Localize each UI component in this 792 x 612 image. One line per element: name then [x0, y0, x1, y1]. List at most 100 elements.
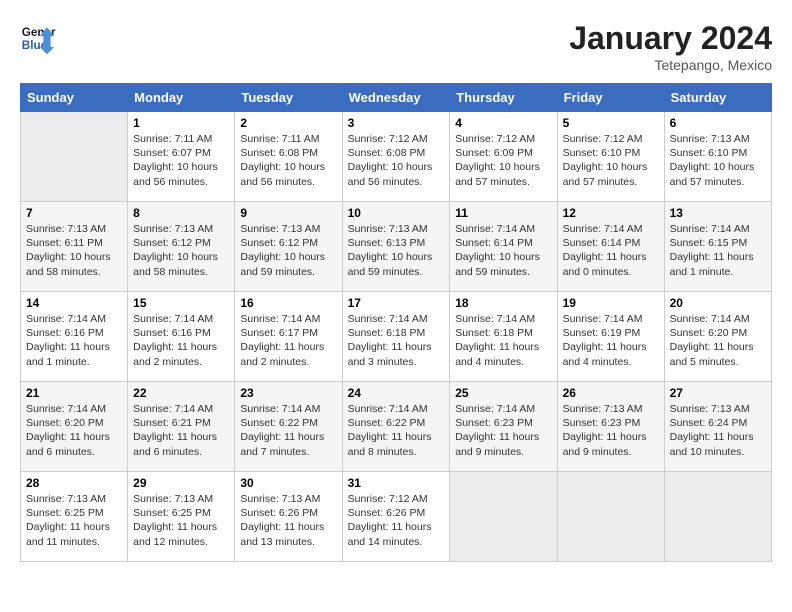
day-cell: 6 Sunrise: 7:13 AMSunset: 6:10 PMDaylight… [664, 112, 771, 202]
day-cell: 19 Sunrise: 7:14 AMSunset: 6:19 PMDayligh… [557, 292, 664, 382]
calendar-table: SundayMondayTuesdayWednesdayThursdayFrid… [20, 83, 772, 562]
day-number: 7 [26, 206, 122, 220]
day-number: 28 [26, 476, 122, 490]
day-info: Sunrise: 7:11 AMSunset: 6:07 PMDaylight:… [133, 133, 218, 188]
day-cell: 23Sunrise: 7:14 AMSunset: 6:22 PMDayligh… [235, 382, 342, 472]
day-cell: 12 Sunrise: 7:14 AMSunset: 6:14 PMDayligh… [557, 202, 664, 292]
week-row-3: 14 Sunrise: 7:14 AMSunset: 6:16 PMDayligh… [21, 292, 772, 382]
day-number: 23 [240, 386, 336, 400]
day-number: 3 [348, 116, 445, 130]
day-info: Sunrise: 7:13 AMSunset: 6:13 PMDaylight:… [348, 223, 433, 278]
day-cell: 4 Sunrise: 7:12 AMSunset: 6:09 PMDaylight… [450, 112, 557, 202]
week-row-5: 28 Sunrise: 7:13 AMSunset: 6:25 PMDayligh… [21, 472, 772, 562]
day-cell: 1 Sunrise: 7:11 AMSunset: 6:07 PMDaylight… [128, 112, 235, 202]
day-number: 19 [563, 296, 659, 310]
page-header: General Blue January 2024 Tetepango, Mex… [20, 20, 772, 73]
day-cell: 11Sunrise: 7:14 AMSunset: 6:14 PMDayligh… [450, 202, 557, 292]
day-number: 4 [455, 116, 551, 130]
day-info: Sunrise: 7:14 AMSunset: 6:16 PMDaylight:… [133, 313, 217, 368]
day-number: 14 [26, 296, 122, 310]
day-info: Sunrise: 7:14 AMSunset: 6:21 PMDaylight:… [133, 403, 217, 458]
logo-icon: General Blue [20, 20, 56, 56]
day-cell: 13 Sunrise: 7:14 AMSunset: 6:15 PMDayligh… [664, 202, 771, 292]
day-info: Sunrise: 7:13 AMSunset: 6:12 PMDaylight:… [133, 223, 218, 278]
day-info: Sunrise: 7:14 AMSunset: 6:20 PMDaylight:… [26, 403, 110, 458]
col-header-thursday: Thursday [450, 84, 557, 112]
week-row-4: 21Sunrise: 7:14 AMSunset: 6:20 PMDayligh… [21, 382, 772, 472]
col-header-friday: Friday [557, 84, 664, 112]
day-cell: 16 Sunrise: 7:14 AMSunset: 6:17 PMDayligh… [235, 292, 342, 382]
day-number: 11 [455, 206, 551, 220]
day-info: Sunrise: 7:12 AMSunset: 6:09 PMDaylight:… [455, 133, 540, 188]
day-info: Sunrise: 7:13 AMSunset: 6:11 PMDaylight:… [26, 223, 111, 278]
day-info: Sunrise: 7:13 AMSunset: 6:10 PMDaylight:… [670, 133, 755, 188]
day-cell: 30 Sunrise: 7:13 AMSunset: 6:26 PMDayligh… [235, 472, 342, 562]
day-number: 30 [240, 476, 336, 490]
day-info: Sunrise: 7:14 AMSunset: 6:14 PMDaylight:… [563, 223, 647, 278]
day-number: 8 [133, 206, 229, 220]
day-cell: 18Sunrise: 7:14 AMSunset: 6:18 PMDayligh… [450, 292, 557, 382]
day-cell: 25 Sunrise: 7:14 AMSunset: 6:23 PMDayligh… [450, 382, 557, 472]
day-number: 29 [133, 476, 229, 490]
day-cell: 29Sunrise: 7:13 AMSunset: 6:25 PMDayligh… [128, 472, 235, 562]
day-number: 22 [133, 386, 229, 400]
day-info: Sunrise: 7:12 AMSunset: 6:26 PMDaylight:… [348, 493, 432, 548]
col-header-monday: Monday [128, 84, 235, 112]
day-cell: 9Sunrise: 7:13 AMSunset: 6:12 PMDaylight… [235, 202, 342, 292]
day-info: Sunrise: 7:13 AMSunset: 6:23 PMDaylight:… [563, 403, 647, 458]
week-row-2: 7 Sunrise: 7:13 AMSunset: 6:11 PMDaylight… [21, 202, 772, 292]
day-info: Sunrise: 7:14 AMSunset: 6:23 PMDaylight:… [455, 403, 539, 458]
day-number: 1 [133, 116, 229, 130]
day-number: 12 [563, 206, 659, 220]
day-info: Sunrise: 7:14 AMSunset: 6:19 PMDaylight:… [563, 313, 647, 368]
day-number: 20 [670, 296, 766, 310]
calendar-title: January 2024 [569, 20, 772, 57]
day-info: Sunrise: 7:13 AMSunset: 6:26 PMDaylight:… [240, 493, 324, 548]
day-cell: 27 Sunrise: 7:13 AMSunset: 6:24 PMDayligh… [664, 382, 771, 472]
day-info: Sunrise: 7:14 AMSunset: 6:16 PMDaylight:… [26, 313, 110, 368]
day-number: 24 [348, 386, 445, 400]
day-cell [664, 472, 771, 562]
day-info: Sunrise: 7:14 AMSunset: 6:20 PMDaylight:… [670, 313, 754, 368]
logo: General Blue [20, 20, 56, 56]
day-info: Sunrise: 7:12 AMSunset: 6:08 PMDaylight:… [348, 133, 433, 188]
day-info: Sunrise: 7:14 AMSunset: 6:22 PMDaylight:… [348, 403, 432, 458]
day-number: 6 [670, 116, 766, 130]
col-header-sunday: Sunday [21, 84, 128, 112]
day-cell: 3 Sunrise: 7:12 AMSunset: 6:08 PMDaylight… [342, 112, 450, 202]
day-cell: 5 Sunrise: 7:12 AMSunset: 6:10 PMDaylight… [557, 112, 664, 202]
day-cell: 14 Sunrise: 7:14 AMSunset: 6:16 PMDayligh… [21, 292, 128, 382]
day-number: 17 [348, 296, 445, 310]
day-number: 5 [563, 116, 659, 130]
day-number: 13 [670, 206, 766, 220]
day-number: 9 [240, 206, 336, 220]
day-info: Sunrise: 7:14 AMSunset: 6:18 PMDaylight:… [348, 313, 432, 368]
day-info: Sunrise: 7:14 AMSunset: 6:17 PMDaylight:… [240, 313, 324, 368]
day-cell: 22 Sunrise: 7:14 AMSunset: 6:21 PMDayligh… [128, 382, 235, 472]
day-cell: 24 Sunrise: 7:14 AMSunset: 6:22 PMDayligh… [342, 382, 450, 472]
day-cell: 7 Sunrise: 7:13 AMSunset: 6:11 PMDaylight… [21, 202, 128, 292]
calendar-subtitle: Tetepango, Mexico [569, 57, 772, 73]
day-cell: 26Sunrise: 7:13 AMSunset: 6:23 PMDayligh… [557, 382, 664, 472]
day-info: Sunrise: 7:14 AMSunset: 6:15 PMDaylight:… [670, 223, 754, 278]
day-cell: 8 Sunrise: 7:13 AMSunset: 6:12 PMDaylight… [128, 202, 235, 292]
day-number: 27 [670, 386, 766, 400]
col-header-saturday: Saturday [664, 84, 771, 112]
day-cell [21, 112, 128, 202]
day-info: Sunrise: 7:13 AMSunset: 6:24 PMDaylight:… [670, 403, 754, 458]
day-info: Sunrise: 7:13 AMSunset: 6:25 PMDaylight:… [26, 493, 110, 548]
day-number: 25 [455, 386, 551, 400]
day-number: 16 [240, 296, 336, 310]
day-number: 18 [455, 296, 551, 310]
day-number: 15 [133, 296, 229, 310]
day-cell [450, 472, 557, 562]
title-block: January 2024 Tetepango, Mexico [569, 20, 772, 73]
day-cell: 31 Sunrise: 7:12 AMSunset: 6:26 PMDayligh… [342, 472, 450, 562]
day-info: Sunrise: 7:12 AMSunset: 6:10 PMDaylight:… [563, 133, 648, 188]
week-row-1: 1 Sunrise: 7:11 AMSunset: 6:07 PMDaylight… [21, 112, 772, 202]
day-number: 31 [348, 476, 445, 490]
day-cell [557, 472, 664, 562]
day-cell: 2Sunrise: 7:11 AMSunset: 6:08 PMDaylight… [235, 112, 342, 202]
day-cell: 15 Sunrise: 7:14 AMSunset: 6:16 PMDayligh… [128, 292, 235, 382]
day-number: 2 [240, 116, 336, 130]
